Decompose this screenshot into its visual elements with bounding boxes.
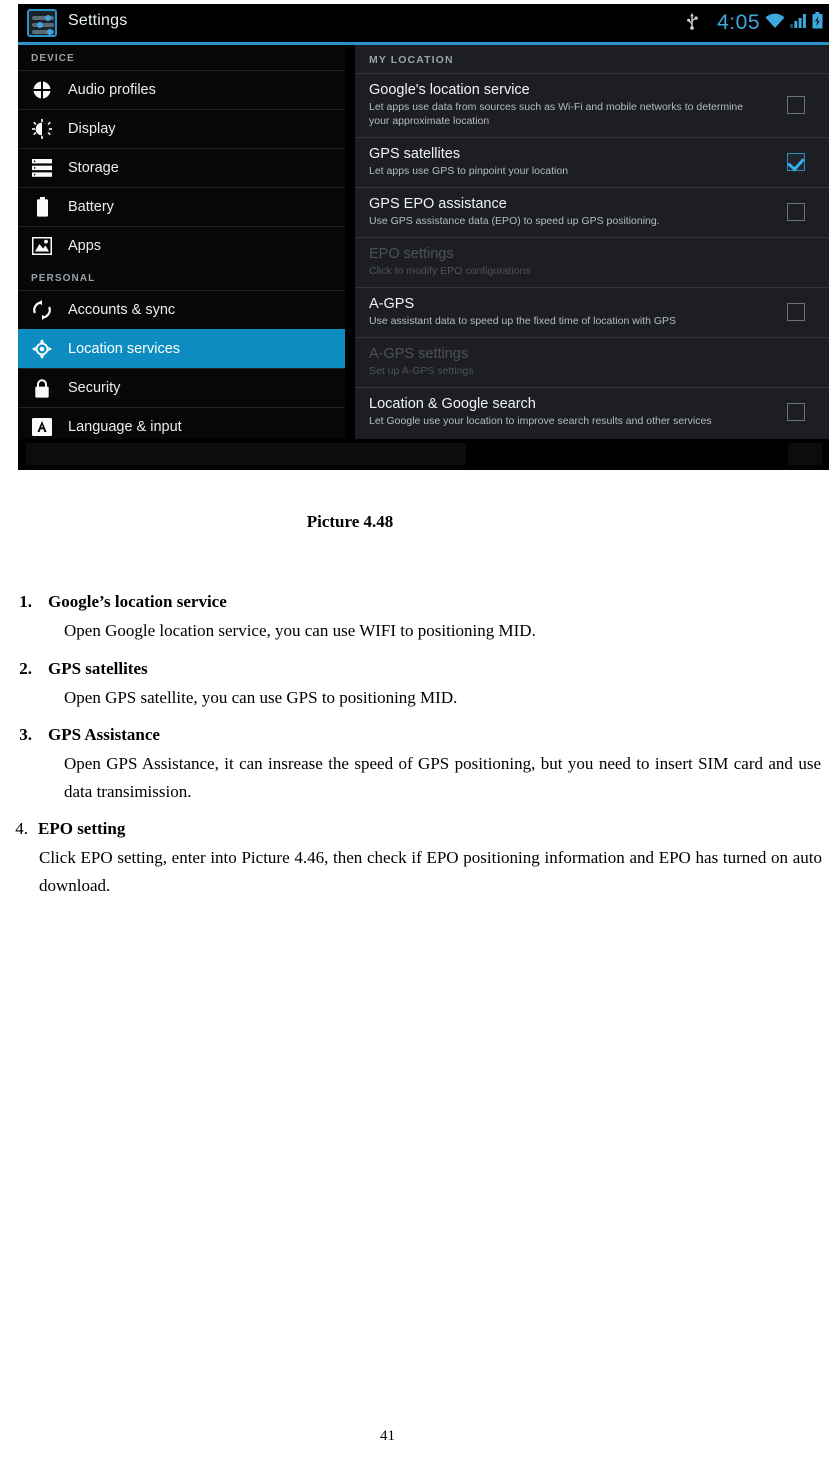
pref-subtitle: Set up A-GPS settings (369, 364, 474, 377)
sidebar-item-label: Display (68, 121, 116, 137)
sidebar-item-apps[interactable]: Apps (18, 226, 345, 265)
storage-icon (31, 157, 53, 179)
list-number: 1. (19, 592, 32, 611)
audio-profiles-icon (31, 79, 53, 101)
status-clock: 4:05 (717, 11, 760, 34)
pref-row-a-gps-settings: A-GPS settings Set up A-GPS settings (355, 336, 829, 387)
location-settings-detail: MY LOCATION Google's location service Le… (355, 45, 829, 439)
language-input-icon (31, 416, 53, 438)
document-body: 1. Google’s location service Open Google… (0, 592, 829, 913)
status-icons: 4:05 (686, 8, 823, 38)
sidebar-group-header-device: DEVICE (31, 53, 75, 64)
sidebar-item-display[interactable]: Display (18, 109, 345, 148)
pref-row-epo-settings: EPO settings Click to modify EPO configu… (355, 236, 829, 287)
settings-sidebar[interactable]: DEVICE Audio profiles Display Storage Ba… (18, 45, 345, 439)
list-body: Click EPO setting, enter into Picture 4.… (39, 848, 822, 895)
pref-title: GPS EPO assistance (369, 195, 507, 212)
list-body: Open GPS Assistance, it can insrease the… (64, 754, 821, 801)
sidebar-item-battery[interactable]: Battery (18, 187, 345, 226)
sidebar-item-security[interactable]: Security (18, 368, 345, 407)
battery-charging-icon (812, 12, 823, 34)
checkbox-a-gps[interactable] (787, 303, 805, 322)
sidebar-item-label: Apps (68, 238, 102, 254)
sidebar-item-language-input[interactable]: Language & input (18, 407, 345, 439)
pref-row-location-google-search[interactable]: Location & Google search Let Google use … (355, 386, 829, 437)
sidebar-item-label: Battery (68, 199, 114, 215)
apps-image-icon (31, 235, 53, 257)
android-screenshot: Settings 4:05 DEVICE Audio profiles Disp… (18, 4, 829, 470)
sidebar-item-audio-profiles[interactable]: Audio profiles (18, 70, 345, 109)
list-body: Open Google location service, you can us… (64, 621, 536, 640)
checkbox-gps-epo-assistance[interactable] (787, 203, 805, 222)
pref-title: Google's location service (369, 82, 530, 98)
list-number: 2. (19, 658, 32, 678)
android-navigation-bar[interactable] (18, 439, 829, 470)
pref-subtitle: Use GPS assistance data (EPO) to speed u… (369, 214, 660, 227)
pref-row-gps-satellites[interactable]: GPS satellites Let apps use GPS to pinpo… (355, 136, 829, 187)
list-body: Open GPS satellite, you can use GPS to p… (64, 687, 458, 707)
pref-subtitle: Let Google use your location to improve … (369, 414, 712, 427)
pref-title: Location & Google search (369, 395, 536, 412)
list-title: EPO setting (38, 819, 126, 839)
pref-row-google-location-service[interactable]: Google's location service Let apps use d… (355, 73, 829, 137)
sync-icon (31, 299, 53, 321)
app-title: Settings (68, 12, 128, 29)
battery-icon (31, 196, 53, 218)
list-title: GPS satellites (48, 658, 148, 678)
sidebar-group-header-personal: PERSONAL (31, 273, 96, 284)
checkbox-google-location-service[interactable] (787, 96, 805, 115)
sidebar-item-storage[interactable]: Storage (18, 148, 345, 187)
list-item-1: 1. Google’s location service (0, 592, 829, 612)
list-title: Google’s location service (48, 592, 227, 611)
sidebar-item-label: Language & input (68, 419, 182, 435)
pref-row-a-gps[interactable]: A-GPS Use assistant data to speed up the… (355, 286, 829, 337)
lock-icon (31, 377, 53, 399)
usb-icon (686, 12, 698, 34)
section-header-my-location: MY LOCATION (369, 54, 454, 66)
list-item-4: 4. EPO setting (0, 819, 829, 839)
sidebar-item-label: Storage (68, 160, 119, 176)
pref-row-gps-epo-assistance[interactable]: GPS EPO assistance Use GPS assistance da… (355, 186, 829, 237)
nav-bar-left-region (26, 443, 466, 465)
list-number: 4. (15, 819, 28, 839)
pref-subtitle: Click to modify EPO configurations (369, 264, 531, 277)
display-brightness-icon (31, 118, 53, 140)
pref-title: GPS satellites (369, 145, 461, 162)
list-title: GPS Assistance (48, 725, 160, 745)
pref-subtitle: Let apps use data from sources such as W… (369, 101, 744, 127)
pref-title: A-GPS settings (369, 345, 469, 362)
list-number: 3. (19, 725, 32, 745)
pref-subtitle: Let apps use GPS to pinpoint your locati… (369, 164, 569, 177)
sidebar-item-label: Security (68, 380, 121, 396)
sidebar-item-location-services[interactable]: Location services (18, 329, 345, 368)
sidebar-item-accounts-sync[interactable]: Accounts & sync (18, 290, 345, 329)
figure-caption: Picture 4.48 (306, 512, 394, 531)
status-bar: Settings 4:05 (18, 4, 829, 42)
nav-bar-right-region (788, 443, 822, 465)
checkbox-location-google-search[interactable] (787, 403, 805, 422)
sidebar-item-label: Audio profiles (68, 82, 156, 98)
sidebar-item-label: Location services (68, 341, 181, 357)
pref-title: A-GPS (369, 295, 415, 312)
settings-sliders-icon (27, 9, 57, 37)
signal-bars-icon (790, 13, 807, 34)
location-target-icon (31, 338, 53, 360)
list-item-3: 3. GPS Assistance (0, 725, 829, 745)
sidebar-item-label: Accounts & sync (68, 302, 176, 318)
pref-title: EPO settings (369, 245, 454, 262)
wifi-icon (765, 13, 785, 34)
checkbox-gps-satellites[interactable] (787, 153, 805, 172)
page-number: 41 (380, 1428, 395, 1444)
list-item-2: 2. GPS satellites (0, 659, 829, 679)
pref-subtitle: Use assistant data to speed up the fixed… (369, 314, 677, 327)
